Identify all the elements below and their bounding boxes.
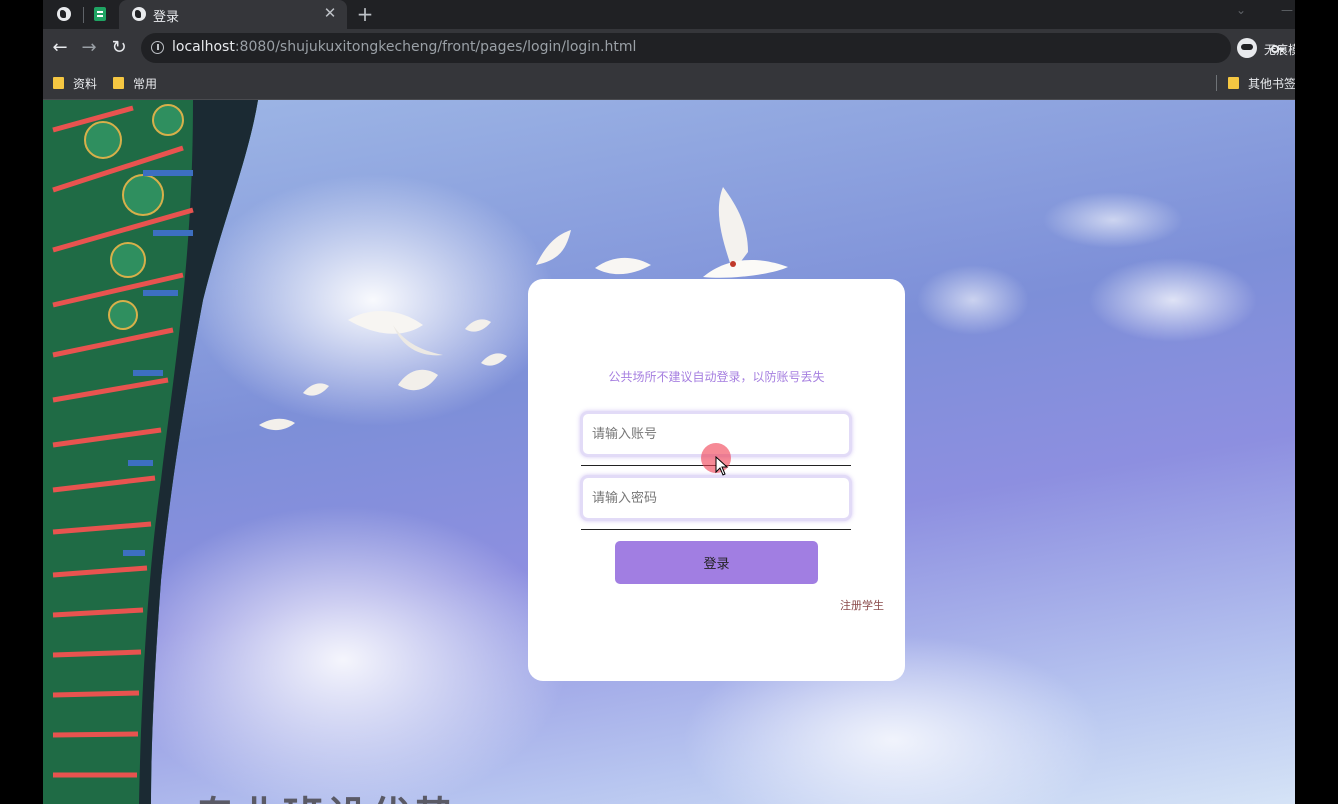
bookmarks-bar: 资料 常用 其他书签 bbox=[43, 67, 1295, 100]
dove-image bbox=[465, 319, 491, 332]
login-page: 专业班设优势 公共场所不建议自动登录，以防账号丢失 登录 注册学生 bbox=[43, 100, 1295, 804]
dove-image bbox=[303, 383, 329, 396]
bookmark-separator bbox=[1216, 75, 1217, 91]
chevron-down-icon[interactable]: ⌄ bbox=[1236, 3, 1246, 17]
spreadsheet-icon bbox=[94, 7, 106, 21]
globe-icon bbox=[57, 7, 71, 21]
dove-image bbox=[536, 230, 571, 265]
minimize-icon[interactable]: — bbox=[1281, 3, 1293, 17]
tab-title: 登录 bbox=[153, 10, 180, 25]
toolbar: ← → ↻ localhost:8080/shujukuxitongkechen… bbox=[43, 29, 1295, 67]
background-slogan: 专业班设优势 bbox=[195, 784, 459, 804]
tab-strip: 登录 ✕ + ⌄ — bbox=[43, 0, 1295, 29]
login-button[interactable]: 登录 bbox=[615, 541, 818, 584]
register-student-link[interactable]: 注册学生 bbox=[840, 597, 884, 613]
other-bookmarks-label: 其他书签 bbox=[1248, 76, 1295, 91]
folder-icon bbox=[1228, 77, 1239, 89]
folder-icon bbox=[53, 77, 64, 89]
dove-image bbox=[703, 187, 788, 278]
dove-image bbox=[595, 257, 651, 275]
bookmark-folder[interactable]: 常用 bbox=[113, 74, 157, 92]
back-icon[interactable]: ← bbox=[48, 36, 72, 60]
dove-image bbox=[259, 418, 295, 431]
address-bar[interactable]: localhost:8080/shujukuxitongkecheng/fron… bbox=[141, 33, 1285, 63]
login-notice: 公共场所不建议自动登录，以防账号丢失 bbox=[608, 370, 825, 384]
folder-icon bbox=[113, 77, 124, 89]
bookmark-label: 常用 bbox=[133, 76, 158, 91]
dove-image bbox=[481, 353, 507, 366]
reload-icon[interactable]: ↻ bbox=[107, 36, 131, 60]
password-underline bbox=[581, 529, 851, 530]
pinned-tab[interactable] bbox=[47, 3, 81, 25]
mouse-cursor-icon bbox=[715, 456, 729, 476]
forward-icon[interactable]: → bbox=[77, 36, 101, 60]
close-tab-icon[interactable]: ✕ bbox=[321, 4, 339, 22]
dove-image bbox=[398, 369, 438, 391]
profile-button[interactable]: 无痕模 bbox=[1237, 37, 1295, 61]
profile-name: 无痕模 bbox=[1264, 43, 1295, 57]
incognito-icon bbox=[1237, 38, 1257, 58]
tab-login[interactable]: 登录 ✕ bbox=[119, 0, 347, 29]
palace-eaves-image bbox=[43, 100, 258, 804]
globe-icon bbox=[132, 7, 146, 21]
other-bookmarks[interactable]: 其他书签 bbox=[1228, 74, 1295, 92]
url-text[interactable]: localhost:8080/shujukuxitongkecheng/fron… bbox=[172, 39, 636, 55]
login-card: 公共场所不建议自动登录，以防账号丢失 登录 注册学生 bbox=[528, 279, 905, 681]
bookmark-folder[interactable]: 资料 bbox=[53, 74, 97, 92]
browser-window: 登录 ✕ + ⌄ — ← → ↻ localhost:8080/shujukux… bbox=[43, 0, 1295, 804]
pinned-tab-sheets[interactable] bbox=[83, 3, 117, 25]
password-input[interactable] bbox=[580, 475, 852, 521]
bookmark-label: 资料 bbox=[73, 76, 98, 91]
info-icon[interactable] bbox=[151, 41, 164, 54]
new-tab-button[interactable]: + bbox=[354, 2, 376, 26]
